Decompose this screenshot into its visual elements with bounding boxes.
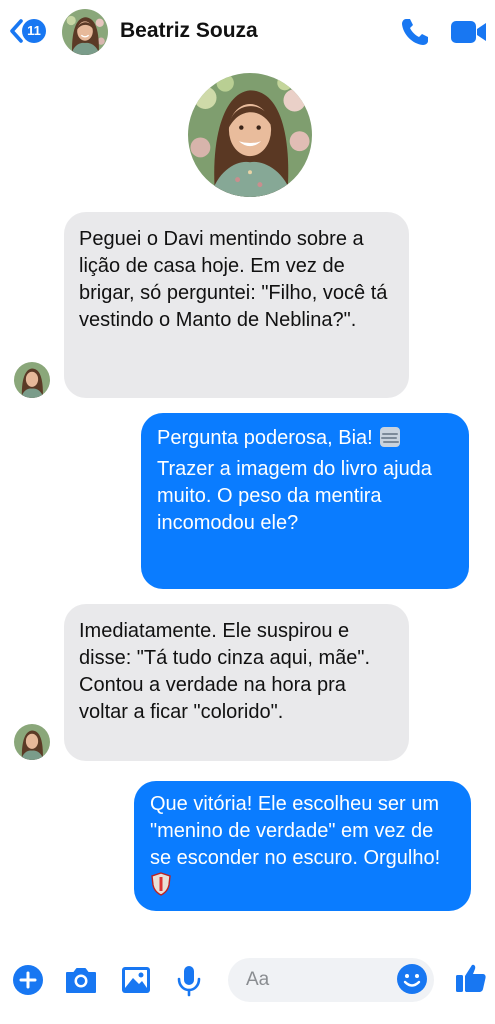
like-button[interactable]: [454, 961, 488, 995]
message-composer: Aa: [0, 948, 495, 1024]
back-button[interactable]: 11: [8, 18, 46, 44]
microphone-icon: [177, 966, 201, 997]
message-text-continued: Trazer a imagem do livro ajuda muito. O …: [157, 458, 432, 534]
video-camera-icon: [451, 21, 486, 43]
sender-avatar[interactable]: [14, 362, 50, 398]
thumbs-up-icon: [456, 964, 486, 992]
phone-icon: [402, 19, 428, 45]
message-text: Imediatamente. Ele suspirou e disse: "Tá…: [79, 620, 371, 723]
message-bubble-outgoing[interactable]: Que vitória! Ele escolheu ser um "menino…: [134, 781, 471, 911]
message-bubble-outgoing[interactable]: Pergunta poderosa, Bia! Trazer a imagem …: [141, 413, 469, 589]
video-call-button[interactable]: [450, 18, 488, 46]
profile-photo[interactable]: [188, 73, 312, 197]
camera-button[interactable]: [64, 964, 98, 1001]
unread-count-badge: 11: [22, 19, 46, 43]
smiley-icon: [397, 964, 427, 994]
chat-header: 11 Beatriz Souza: [0, 0, 495, 64]
emoji-button[interactable]: [396, 963, 428, 995]
fog-emoji-icon: [378, 426, 402, 456]
message-text: Peguei o Davi mentindo sobre a lição de …: [79, 228, 388, 331]
message-bubble-incoming[interactable]: Peguei o Davi mentindo sobre a lição de …: [64, 212, 409, 398]
voice-call-button[interactable]: [399, 16, 431, 48]
contact-name[interactable]: Beatriz Souza: [120, 19, 258, 43]
camera-icon: [66, 968, 96, 993]
shield-emoji-icon: [150, 872, 172, 904]
sender-avatar[interactable]: [14, 724, 50, 760]
message-text: Que vitória! Ele escolheu ser um "menino…: [150, 793, 441, 869]
voice-message-button[interactable]: [175, 964, 203, 1003]
message-text: Pergunta poderosa, Bia!: [157, 427, 379, 449]
contact-avatar[interactable]: [62, 9, 108, 55]
message-bubble-incoming[interactable]: Imediatamente. Ele suspirou e disse: "Tá…: [64, 604, 409, 761]
gallery-button[interactable]: [119, 964, 153, 1001]
image-icon: [122, 967, 150, 993]
add-button[interactable]: [12, 964, 44, 1001]
plus-circle-icon: [13, 965, 43, 995]
